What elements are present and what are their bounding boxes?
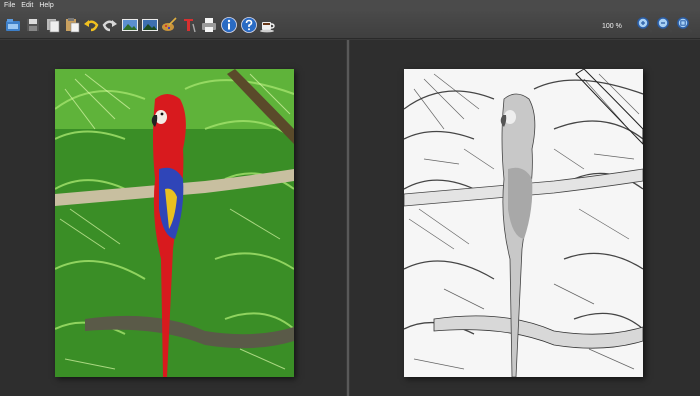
info-icon: [221, 17, 237, 33]
undo-icon: [84, 20, 99, 32]
text-tool-button[interactable]: [180, 15, 198, 35]
show-original-button[interactable]: [121, 15, 139, 35]
pencil-sketch-result: [404, 69, 643, 377]
menu-edit[interactable]: Edit: [19, 0, 37, 11]
print-button[interactable]: [200, 15, 218, 35]
zoom-out-button[interactable]: [656, 15, 674, 35]
redo-button[interactable]: [101, 15, 119, 35]
result-image-pane[interactable]: [350, 40, 700, 396]
settings-brush-icon: [162, 17, 177, 31]
copy-icon: [47, 19, 60, 33]
original-image-icon: [122, 19, 138, 31]
paste-button[interactable]: [63, 15, 81, 35]
paste-icon: [66, 18, 80, 33]
zoom-out-icon: [657, 17, 673, 33]
original-image-pane[interactable]: [0, 40, 346, 396]
zoom-fit-icon: [677, 17, 693, 33]
original-parrot-photo: [55, 69, 294, 377]
menu-help[interactable]: Help: [37, 0, 57, 11]
info-button[interactable]: [220, 15, 238, 35]
help-icon: [241, 17, 257, 33]
open-icon: [6, 19, 20, 31]
result-image-icon: [142, 19, 158, 31]
text-tool-icon: [184, 19, 196, 33]
save-icon: [27, 19, 39, 31]
toolbar: 100 %: [0, 11, 700, 39]
copy-button[interactable]: [44, 15, 62, 35]
menu-bar: File Edit Help: [0, 0, 700, 11]
help-button[interactable]: [240, 15, 258, 35]
redo-icon: [102, 20, 117, 32]
show-result-button[interactable]: [141, 15, 159, 35]
zoom-in-button[interactable]: [636, 15, 654, 35]
zoom-fit-button[interactable]: [676, 15, 694, 35]
zoom-in-icon: [637, 17, 653, 33]
donate-button[interactable]: [259, 15, 277, 35]
menu-file[interactable]: File: [2, 0, 19, 11]
save-button[interactable]: [24, 15, 42, 35]
zoom-level-label: 100 %: [602, 23, 622, 30]
open-button[interactable]: [4, 15, 22, 35]
print-icon: [202, 18, 216, 32]
coffee-icon: [260, 22, 275, 33]
settings-button[interactable]: [160, 15, 178, 35]
undo-button[interactable]: [82, 15, 100, 35]
